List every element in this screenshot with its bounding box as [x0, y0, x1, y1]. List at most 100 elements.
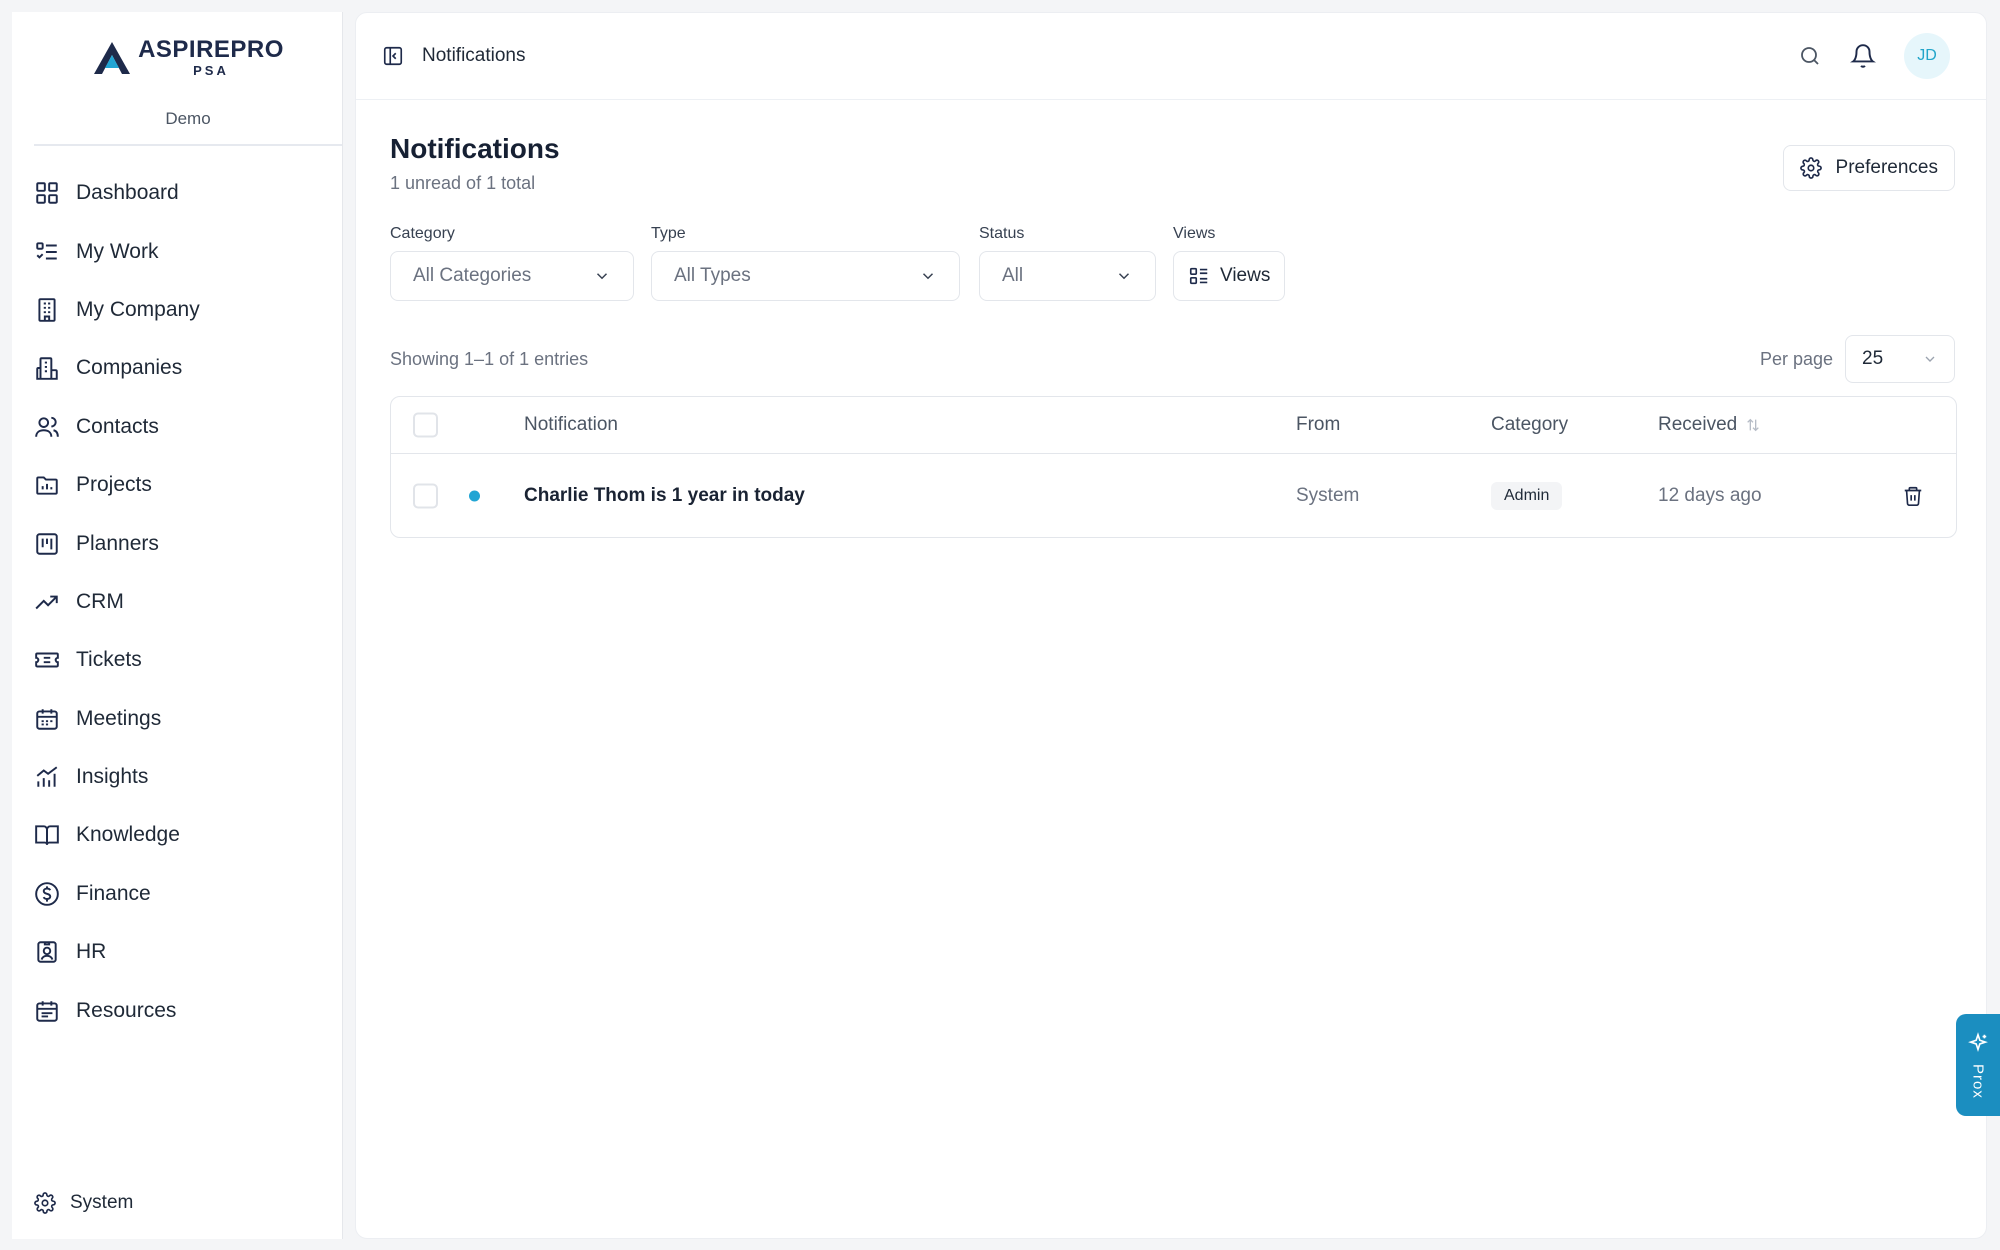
logo[interactable]: ASPIREPRO PSA: [92, 38, 284, 77]
brand-name: ASPIREPRO: [138, 36, 284, 63]
header-category[interactable]: Category: [1491, 414, 1568, 436]
trash-icon[interactable]: [1902, 485, 1924, 507]
dollar-circle-icon: [35, 882, 59, 906]
sidebar-item-label: Dashboard: [76, 181, 179, 205]
sidebar-item-label: Finance: [76, 881, 151, 905]
sidebar-item-system[interactable]: System: [34, 1192, 133, 1214]
sidebar-item-label: My Company: [76, 297, 200, 321]
type-select-value: All Types: [674, 265, 751, 286]
views-button[interactable]: Views: [1173, 251, 1286, 301]
notification-from: System: [1296, 484, 1360, 506]
sidebar-toggle-icon[interactable]: [382, 45, 404, 67]
category-filter-label: Category: [390, 225, 455, 242]
page-header: Notifications 1 unread of 1 total: [390, 133, 560, 194]
sidebar-item-label: Companies: [76, 356, 183, 380]
brand-block: ASPIREPRO PSA Demo: [34, 12, 342, 146]
logo-mark-icon: [94, 41, 131, 74]
type-filter: Type All Types: [651, 225, 960, 301]
search-icon[interactable]: [1798, 44, 1822, 68]
sidebar-item-insights[interactable]: Insights: [12, 748, 342, 806]
category-select[interactable]: All Categories: [390, 251, 634, 301]
header-from[interactable]: From: [1296, 414, 1340, 436]
topbar-actions: JD: [1798, 33, 1950, 79]
sidebar-item-my-work[interactable]: My Work: [12, 222, 342, 280]
select-all-checkbox[interactable]: [413, 412, 438, 438]
table-header-row: Notification From Category Received: [391, 397, 1956, 454]
sidebar-item-resources[interactable]: Resources: [12, 981, 342, 1039]
sidebar-item-my-company[interactable]: My Company: [12, 281, 342, 339]
sidebar-item-planners[interactable]: Planners: [12, 514, 342, 572]
avatar[interactable]: JD: [1904, 33, 1950, 79]
sidebar-nav: Dashboard My Work My Company Companies C…: [12, 164, 342, 1040]
assistant-tab[interactable]: Prox: [1956, 1014, 2000, 1116]
notification-text[interactable]: Charlie Thom is 1 year in today: [524, 485, 805, 507]
sidebar-item-label: My Work: [76, 239, 159, 263]
sidebar-item-companies[interactable]: Companies: [12, 339, 342, 397]
views-button-label: Views: [1220, 265, 1271, 286]
bell-icon[interactable]: [1850, 43, 1876, 69]
sidebar-item-contacts[interactable]: Contacts: [12, 398, 342, 456]
sidebar-item-label: Contacts: [76, 414, 159, 438]
views-filter: Views Views: [1173, 225, 1286, 301]
sidebar-item-dashboard[interactable]: Dashboard: [12, 164, 342, 222]
type-select[interactable]: All Types: [651, 251, 960, 301]
per-page-value: 25: [1862, 348, 1884, 369]
calendar-grid-icon: [36, 1000, 58, 1022]
sidebar: ASPIREPRO PSA Demo Dashboard My Work My …: [12, 12, 343, 1239]
status-select[interactable]: All: [979, 251, 1156, 301]
buildings-icon: [36, 357, 58, 381]
status-filter: Status All: [979, 225, 1156, 301]
category-filter: Category All Categories: [390, 225, 634, 301]
preferences-button[interactable]: Preferences: [1782, 145, 1955, 191]
table-row[interactable]: Charlie Thom is 1 year in today System A…: [391, 454, 1956, 537]
category-select-value: All Categories: [413, 265, 532, 286]
entries-count: Showing 1–1 of 1 entries: [390, 349, 589, 369]
sidebar-item-tickets[interactable]: Tickets: [12, 631, 342, 689]
folder-chart-icon: [36, 476, 58, 495]
main-panel: Notifications JD Notifications 1 unread …: [355, 12, 1987, 1239]
page-subtitle: 1 unread of 1 total: [390, 173, 536, 193]
assistant-label: Prox: [1969, 1064, 1987, 1099]
tenant-name: Demo: [165, 109, 211, 128]
sidebar-item-label: Projects: [76, 473, 152, 497]
notifications-table: Notification From Category Received Char…: [390, 396, 1957, 538]
sidebar-item-knowledge[interactable]: Knowledge: [12, 806, 342, 864]
sidebar-item-projects[interactable]: Projects: [12, 456, 342, 514]
per-page-control: Per page 25: [1760, 335, 1955, 383]
sidebar-item-finance[interactable]: Finance: [12, 865, 342, 923]
sidebar-item-hr[interactable]: HR: [12, 923, 342, 981]
header-received-label: Received: [1658, 414, 1738, 435]
trend-up-icon: [35, 595, 58, 610]
sidebar-item-label: Resources: [76, 998, 177, 1022]
kanban-icon: [36, 532, 58, 555]
views-filter-label: Views: [1173, 225, 1216, 242]
grid-icon: [36, 182, 58, 204]
category-badge: Admin: [1491, 481, 1563, 510]
header-received[interactable]: Received: [1658, 414, 1761, 436]
chevron-down-icon: [1925, 356, 1935, 362]
type-filter-label: Type: [651, 225, 686, 242]
sidebar-item-meetings[interactable]: Meetings: [12, 690, 342, 748]
sparkle-icon: [1968, 1032, 1988, 1053]
header-notification[interactable]: Notification: [524, 414, 618, 436]
chevron-down-icon: [596, 273, 608, 280]
sidebar-item-label: Meetings: [76, 706, 162, 730]
chevron-down-icon: [1118, 273, 1130, 280]
sidebar-item-crm[interactable]: CRM: [12, 573, 342, 631]
sidebar-item-label: Knowledge: [76, 823, 180, 847]
gear-icon: [34, 1192, 56, 1214]
book-icon: [35, 825, 59, 846]
calendar-icon: [36, 708, 58, 730]
sidebar-item-label: Planners: [76, 531, 159, 555]
sidebar-item-label: System: [70, 1192, 134, 1213]
brand-sub: PSA: [193, 63, 229, 78]
gear-icon: [1799, 157, 1822, 179]
sidebar-item-label: HR: [76, 940, 107, 964]
row-checkbox[interactable]: [413, 483, 438, 508]
unread-dot: [469, 490, 480, 501]
preferences-label: Preferences: [1835, 157, 1938, 178]
per-page-select[interactable]: 25: [1845, 335, 1955, 383]
status-filter-label: Status: [979, 225, 1025, 242]
sidebar-item-label: Insights: [76, 765, 149, 789]
users-icon: [35, 416, 59, 437]
